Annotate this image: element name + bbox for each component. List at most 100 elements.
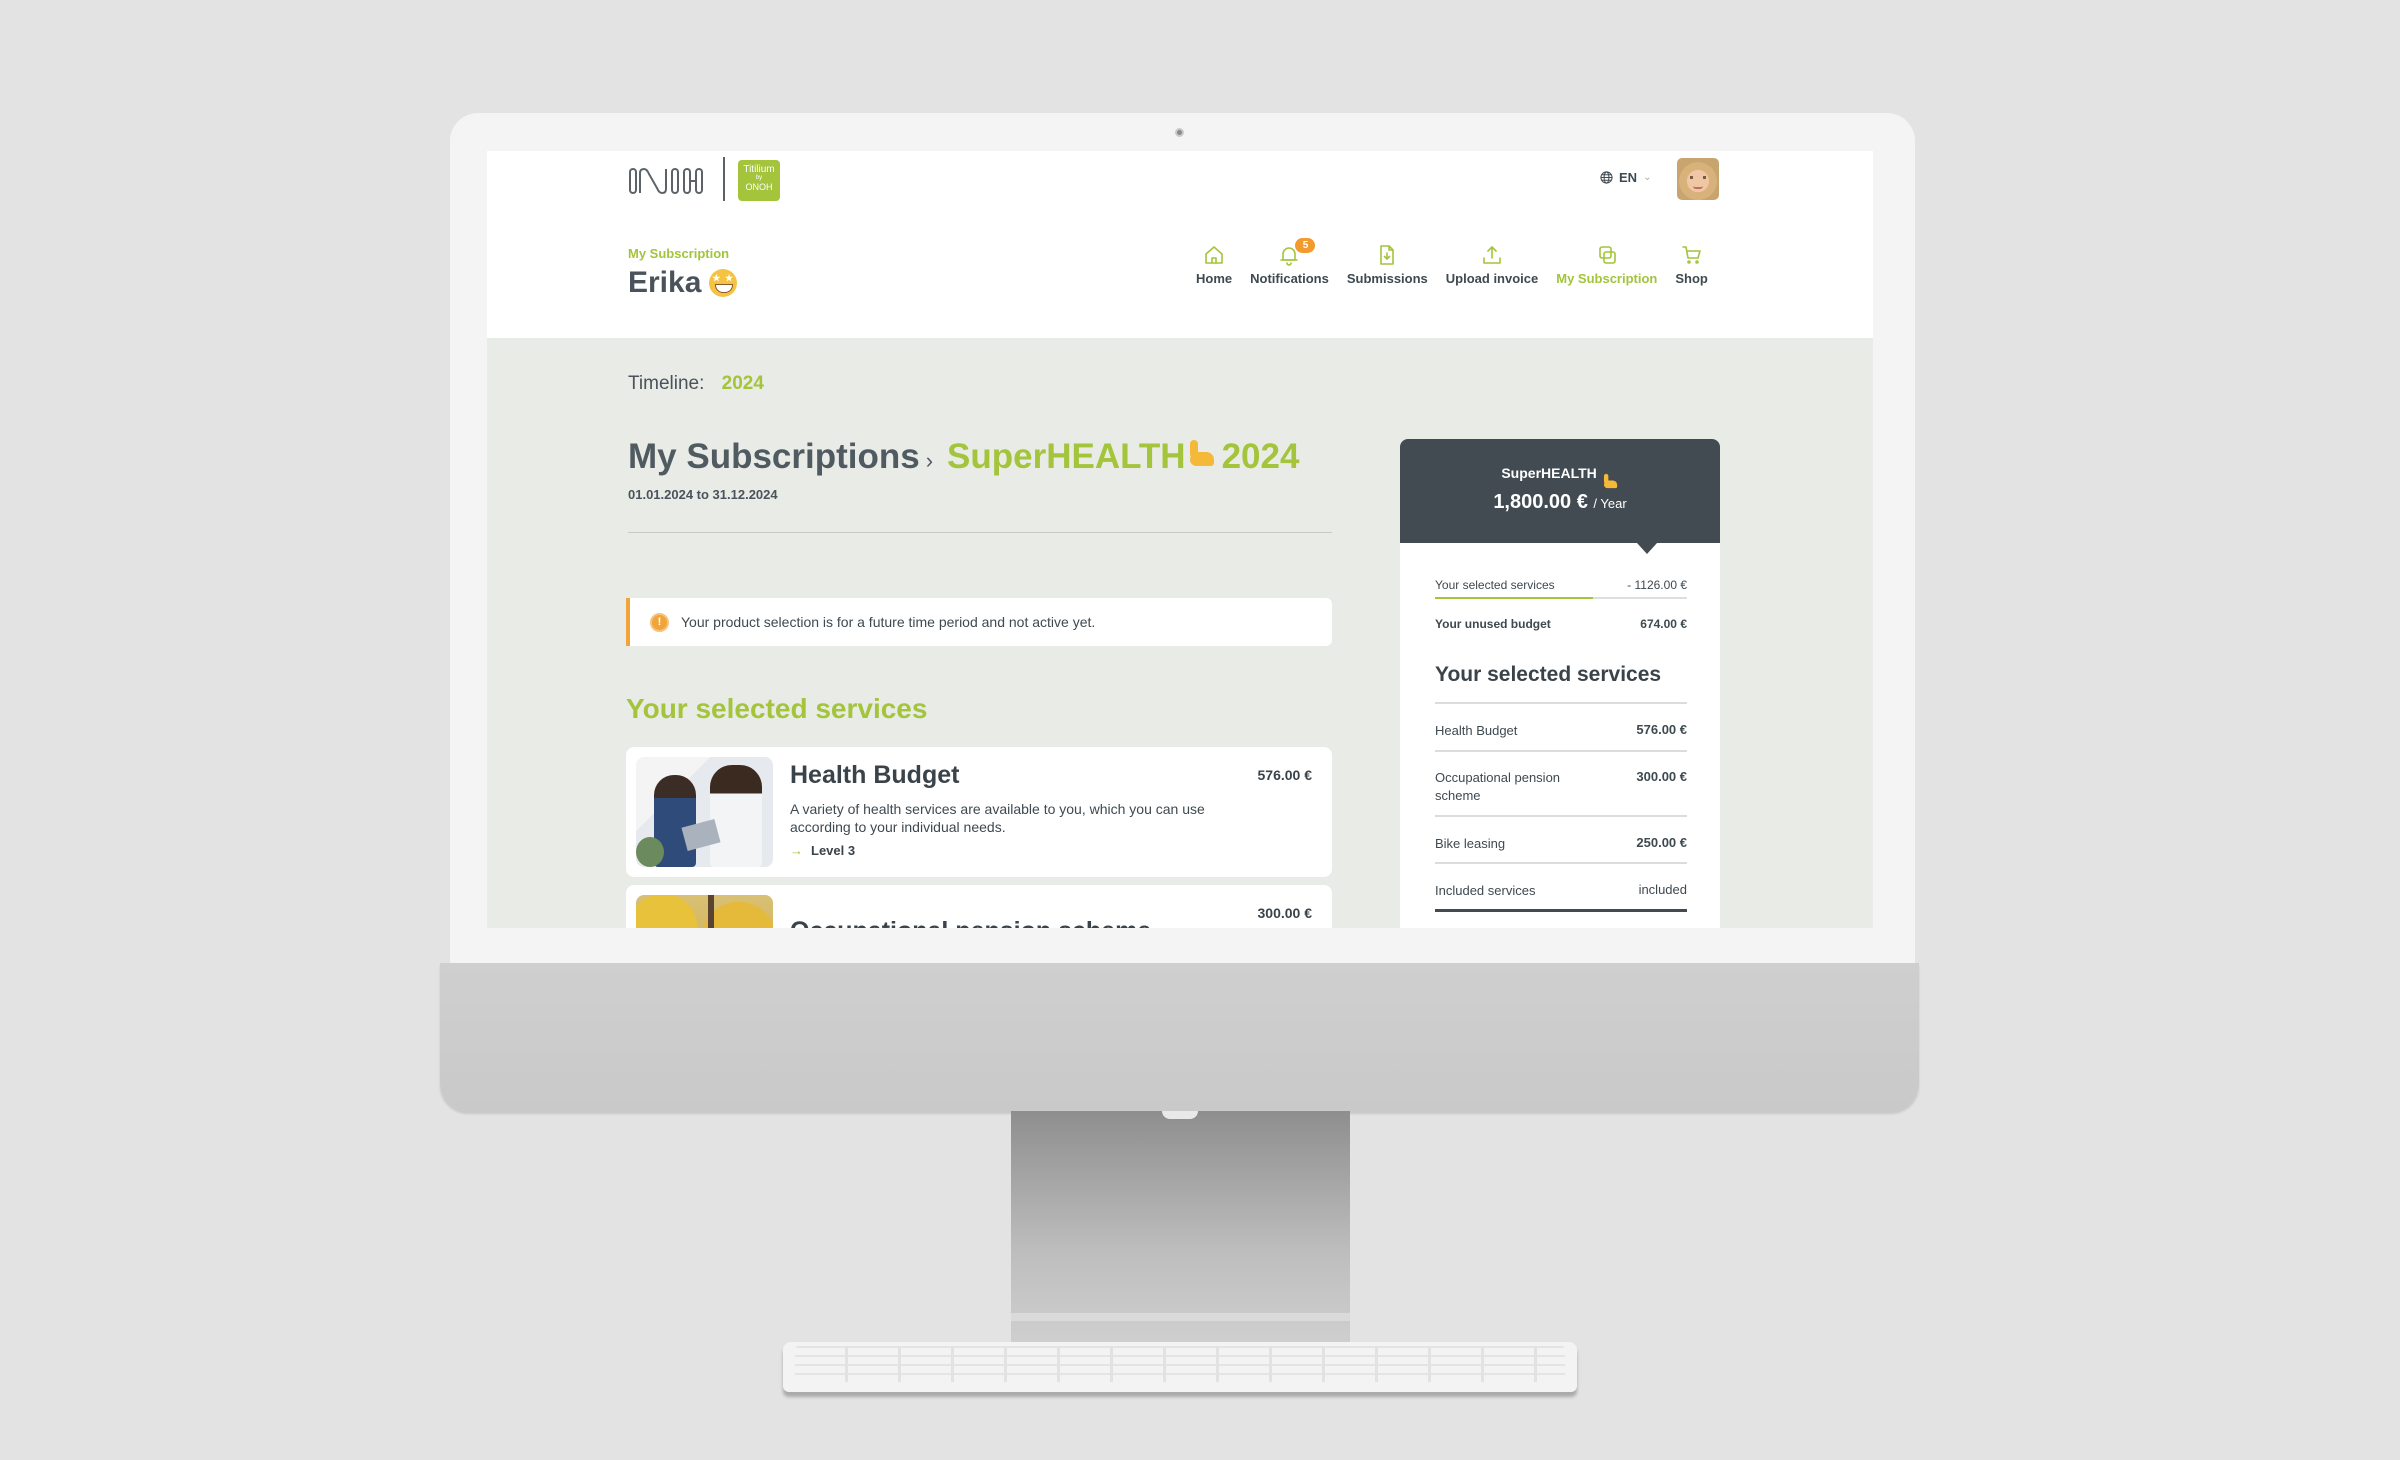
- service-card[interactable]: Health Budget A variety of health servic…: [626, 747, 1332, 877]
- nav-label: Notifications: [1250, 271, 1329, 286]
- language-selector[interactable]: EN ⌄: [1600, 170, 1651, 185]
- service-card[interactable]: Occupational pension scheme 300.00 €: [626, 885, 1332, 928]
- plan-name: SuperHEALTH: [1501, 465, 1597, 481]
- breadcrumb-parent[interactable]: My Subscriptions: [628, 437, 920, 477]
- nav-label: Home: [1196, 271, 1233, 286]
- summary-item-name: Occupational pension scheme: [1435, 770, 1561, 803]
- company-logo[interactable]: [628, 165, 708, 197]
- plan-header-pointer: [1637, 543, 1657, 554]
- partner-logo-brand: ONOH: [745, 182, 773, 192]
- top-navigation-bar: Titilium by ONOH EN ⌄ My Subscription Er…: [487, 151, 1873, 338]
- summary-item: Health Budget 576.00 €: [1435, 722, 1687, 740]
- timeline-label: Timeline:: [628, 373, 705, 394]
- warning-icon: [650, 612, 669, 632]
- breadcrumb: My Subscriptions › SuperHEALTH 2024: [628, 437, 1299, 477]
- upload-icon: [1483, 246, 1501, 264]
- copy-icon: [1599, 246, 1616, 264]
- flexed-biceps-emoji-icon: [1601, 473, 1618, 490]
- home-icon: [1205, 246, 1223, 264]
- monitor-chin: [440, 963, 1919, 1111]
- breadcrumb-year: 2024: [1221, 437, 1300, 476]
- service-description: A variety of health services are availab…: [790, 801, 1205, 835]
- summary-item-value: included: [1638, 882, 1687, 897]
- keyboard: [783, 1342, 1577, 1392]
- service-level-label: Level 3: [811, 843, 856, 858]
- summary-item-value: 576.00 €: [1636, 722, 1687, 737]
- service-image: [636, 757, 773, 867]
- screen: Titilium by ONOH EN ⌄ My Subscription Er…: [487, 151, 1873, 928]
- subscription-summary-card: SuperHEALTH 1,800.00 € / Year Your selec…: [1400, 439, 1720, 928]
- summary-item-value: 250.00 €: [1636, 835, 1687, 850]
- logo-divider: [723, 157, 725, 201]
- service-level[interactable]: → Level 3: [790, 843, 855, 858]
- summary-bottom-line: [1435, 909, 1687, 912]
- summary-item-name: Bike leasing: [1435, 836, 1506, 851]
- selected-services-total: Your selected services - 1126.00 €: [1435, 578, 1687, 592]
- summary-item: Occupational pension scheme 300.00 €: [1435, 769, 1687, 805]
- timeline-year[interactable]: 2024: [722, 373, 764, 394]
- info-alert: Your product selection is for a future t…: [626, 598, 1332, 646]
- plan-period: / Year: [1593, 496, 1627, 511]
- service-title: Health Budget: [790, 761, 960, 789]
- arrow-right-icon: →: [790, 843, 803, 858]
- summary-item-name: Health Budget: [1435, 723, 1518, 738]
- partner-logo-name: Titilium: [743, 164, 775, 175]
- document-download-icon: [1380, 245, 1395, 265]
- flexed-biceps-emoji-icon: [1186, 438, 1216, 468]
- user-avatar[interactable]: [1677, 158, 1719, 200]
- summary-item: Included services included: [1435, 882, 1687, 900]
- budget-progress-fill: [1435, 597, 1593, 599]
- main-nav: Home 5 Notifications Submissions Upload …: [1187, 238, 1717, 286]
- summary-item-name: Included services: [1435, 883, 1536, 898]
- language-code: EN: [1619, 170, 1638, 185]
- service-title: Occupational pension scheme: [790, 917, 1151, 928]
- nav-upload-invoice[interactable]: Upload invoice: [1437, 243, 1547, 286]
- chevron-right-icon: ›: [925, 448, 934, 473]
- star-struck-emoji-icon: [709, 269, 738, 297]
- selected-value: - 1126.00 €: [1627, 578, 1687, 592]
- divider: [628, 532, 1332, 533]
- plan-price: 1,800.00 €: [1493, 491, 1588, 513]
- service-price: 300.00 €: [1257, 905, 1313, 921]
- notification-badge: 5: [1295, 238, 1316, 253]
- summary-item-value: 300.00 €: [1636, 769, 1687, 784]
- breadcrumb-current: SuperHEALTH: [947, 437, 1186, 476]
- divider: [1435, 702, 1687, 704]
- unused-label: Your unused budget: [1435, 617, 1551, 631]
- nav-label: My Subscription: [1556, 271, 1658, 286]
- cart-icon: [1681, 246, 1701, 264]
- nav-my-subscription[interactable]: My Subscription: [1547, 243, 1666, 286]
- partner-logo[interactable]: Titilium by ONOH: [738, 160, 780, 201]
- page-label: My Subscription: [628, 246, 730, 261]
- divider: [1435, 815, 1687, 817]
- budget-progress-bar: [1435, 597, 1687, 599]
- nav-label: Upload invoice: [1445, 271, 1539, 286]
- plan-header: SuperHEALTH 1,800.00 € / Year: [1400, 439, 1720, 543]
- nav-shop[interactable]: Shop: [1666, 243, 1717, 286]
- nav-label: Shop: [1675, 271, 1708, 286]
- divider: [1435, 750, 1687, 752]
- summary-heading: Your selected services: [1435, 663, 1662, 686]
- nav-submissions[interactable]: Submissions: [1338, 243, 1437, 286]
- stand-hinge: [1162, 1111, 1198, 1119]
- globe-icon: [1600, 171, 1613, 184]
- chevron-down-icon: ⌄: [1643, 172, 1652, 183]
- service-price: 576.00 €: [1257, 767, 1313, 783]
- timeline-selector[interactable]: Timeline: 2024: [628, 373, 764, 395]
- plan-name-row: SuperHEALTH: [1400, 465, 1720, 490]
- service-image: [636, 895, 773, 928]
- nav-home[interactable]: Home: [1187, 243, 1241, 286]
- unused-budget: Your unused budget 674.00 €: [1435, 617, 1687, 631]
- selected-label: Your selected services: [1435, 578, 1555, 592]
- camera-icon: [1175, 128, 1184, 137]
- nav-label: Submissions: [1346, 271, 1428, 286]
- subscription-period: 01.01.2024 to 31.12.2024: [628, 487, 778, 502]
- plan-price-row: 1,800.00 € / Year: [1400, 491, 1720, 514]
- unused-value: 674.00 €: [1640, 617, 1687, 631]
- user-name: Erika: [628, 266, 702, 299]
- user-greeting: Erika: [628, 266, 738, 300]
- monitor-stand-foot: [1011, 1313, 1350, 1321]
- nav-notifications[interactable]: 5 Notifications: [1241, 238, 1338, 286]
- keyboard-keys: [795, 1346, 1565, 1382]
- section-heading: Your selected services: [626, 693, 928, 724]
